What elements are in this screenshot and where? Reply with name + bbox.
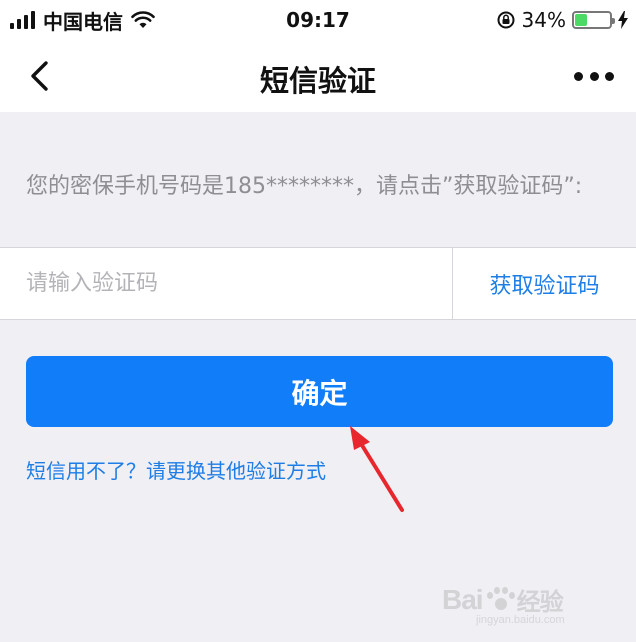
watermark-site: jingyan.baidu.com [476,614,565,626]
nav-bar: 短信验证 [0,40,636,112]
paw-icon [485,586,515,614]
baidu-jingyan-watermark: Bai 经验 jingyan.baidu.com [442,572,602,632]
more-dots-icon [574,71,583,81]
code-input[interactable] [0,248,452,319]
phone-hint-text: 您的密保手机号码是185********，请点击”获取验证码”: [26,174,583,199]
charging-bolt-icon [618,11,628,29]
battery-icon [572,11,615,29]
annotation-arrow-icon [350,426,404,512]
baidu-logo: Bai 经验 [442,583,564,617]
get-code-button[interactable]: 获取验证码 [453,248,636,319]
code-input-row: 获取验证码 [0,247,636,320]
battery-level [575,14,587,26]
page-title: 短信验证 [259,64,376,98]
rotation-lock-icon [497,11,515,29]
battery-percent: 34% [521,8,566,32]
more-button[interactable] [574,62,614,90]
alternate-method-link[interactable]: 短信用不了？请更换其他验证方式 [26,455,326,484]
confirm-button[interactable]: 确定 [26,356,613,427]
status-bar: 中国电信 09:17 34% [0,0,636,40]
status-right: 34% [496,8,628,32]
